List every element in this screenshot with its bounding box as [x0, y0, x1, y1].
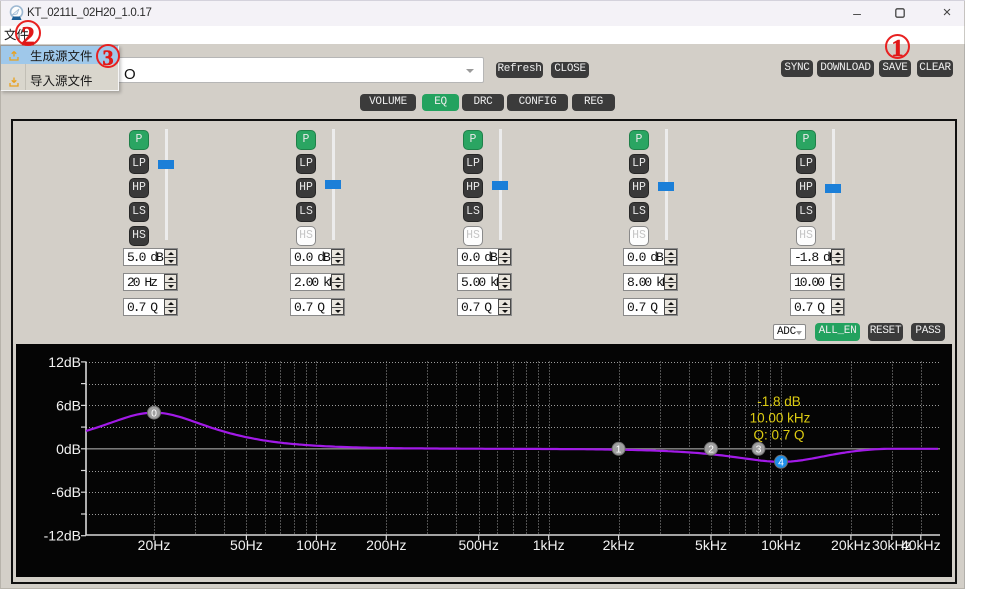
svg-text:20kHz: 20kHz: [831, 537, 871, 553]
svg-text:200Hz: 200Hz: [366, 537, 406, 553]
svg-text:10kHz: 10kHz: [761, 537, 801, 553]
svg-text:0dB: 0dB: [56, 441, 81, 457]
svg-text:40kHz: 40kHz: [901, 537, 941, 553]
svg-text:Q: 0.7 Q: Q: 0.7 Q: [753, 428, 804, 443]
svg-text:12dB: 12dB: [48, 354, 81, 370]
svg-text:20Hz: 20Hz: [138, 537, 171, 553]
svg-text:500Hz: 500Hz: [458, 537, 498, 553]
svg-text:-1.8 dB: -1.8 dB: [757, 394, 801, 409]
svg-text:2kHz: 2kHz: [603, 537, 635, 553]
svg-text:-12dB: -12dB: [44, 528, 81, 544]
svg-text:-6dB: -6dB: [51, 484, 81, 500]
svg-text:10.00 kHz: 10.00 kHz: [750, 411, 811, 426]
svg-text:2: 2: [708, 444, 714, 456]
svg-text:1kHz: 1kHz: [533, 537, 565, 553]
svg-text:3: 3: [756, 444, 762, 456]
svg-text:6dB: 6dB: [56, 397, 81, 413]
svg-text:0: 0: [151, 407, 157, 419]
svg-text:100Hz: 100Hz: [296, 537, 336, 553]
svg-text:5kHz: 5kHz: [695, 537, 727, 553]
svg-text:1: 1: [616, 444, 622, 456]
svg-text:4: 4: [778, 457, 784, 469]
svg-text:50Hz: 50Hz: [230, 537, 263, 553]
